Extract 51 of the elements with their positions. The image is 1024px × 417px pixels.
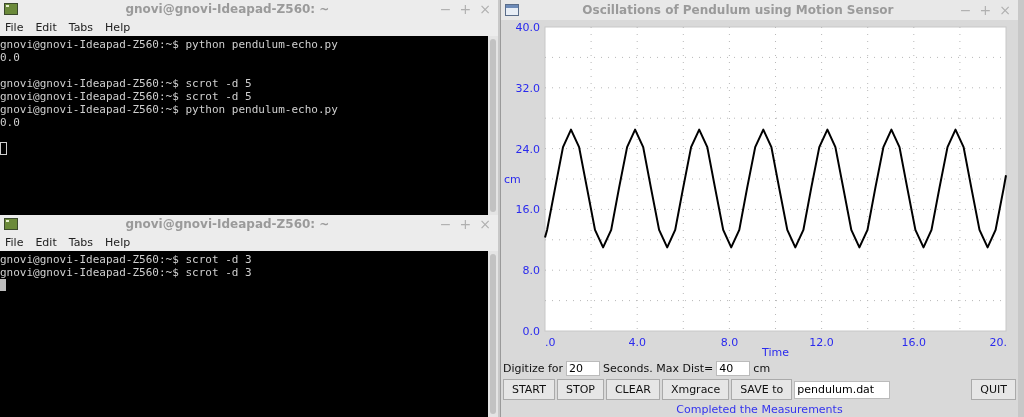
terminal-line: gnovi@gnovi-Ideapad-Z560:~$ scrot -d 5 — [0, 90, 253, 103]
terminal-icon — [4, 218, 18, 230]
terminal-line: gnovi@gnovi-Ideapad-Z560:~$ python pendulum-echo.py — [0, 38, 339, 51]
y-tick-label: 24.0 — [515, 142, 540, 156]
x-tick-label: 12.0 — [809, 336, 834, 349]
menu-item[interactable]: File — [5, 235, 24, 249]
y-tick-label: 32.0 — [515, 81, 540, 95]
x-tick-label: 8.0 — [720, 336, 739, 349]
scrollbar[interactable] — [488, 36, 498, 215]
window-title: Oscillations of Pendulum using Motion Sensor — [581, 3, 895, 17]
terminal-line: gnovi@gnovi-Ideapad-Z560:~$ python pendulum-echo.py — [0, 103, 339, 116]
menu-item[interactable]: Edit — [35, 20, 57, 34]
action-button[interactable]: START — [503, 379, 555, 400]
y-tick-label: 8.0 — [522, 264, 540, 278]
window-title: gnovi@gnovi-Ideapad-Z560: ~ — [124, 217, 331, 231]
terminal-line: 0.0 — [0, 51, 21, 66]
terminal-icon — [4, 3, 18, 15]
x-tick-label: 4.0 — [628, 336, 646, 349]
terminal-line: 0.0 — [0, 116, 21, 131]
unit-label: cm — [753, 361, 771, 375]
action-button[interactable]: Xmgrace — [661, 379, 730, 400]
menu-item[interactable]: Tabs — [68, 235, 94, 249]
action-button[interactable]: CLEAR — [605, 379, 660, 400]
y-tick-label: 0.0 — [522, 325, 540, 338]
seconds-field[interactable]: 20 — [566, 360, 601, 376]
menu-item[interactable]: Tabs — [68, 20, 94, 34]
y-axis-label: cm — [504, 173, 521, 186]
window-title: gnovi@gnovi-Ideapad-Z560: ~ — [124, 2, 331, 16]
x-tick-label: 16.0 — [901, 336, 927, 349]
quit-button[interactable]: QUIT — [971, 379, 1016, 400]
digitize-label: Digitize for — [503, 361, 564, 375]
menu-item[interactable]: Help — [105, 235, 131, 249]
filename-field[interactable]: pendulum.dat — [794, 380, 891, 399]
x-axis-label: Time — [762, 346, 789, 358]
terminal-line: gnovi@gnovi-Ideapad-Z560:~$ scrot -d 5 — [0, 77, 253, 90]
menu-item[interactable]: File — [5, 20, 24, 34]
action-button[interactable]: SAVE to — [731, 379, 793, 400]
window-icon — [505, 4, 519, 16]
terminal-line: gnovi@gnovi-Ideapad-Z560:~$ scrot -d 3 — [0, 266, 253, 279]
scrollbar[interactable] — [488, 251, 498, 417]
menu-item[interactable]: Edit — [35, 235, 57, 249]
max-dist-label: Seconds. Max Dist= — [603, 361, 714, 375]
terminal-line: gnovi@gnovi-Ideapad-Z560:~$ scrot -d 3 — [0, 253, 253, 266]
action-button[interactable]: STOP — [556, 379, 604, 400]
menu-item[interactable]: Help — [105, 20, 131, 34]
y-tick-label: 16.0 — [515, 203, 540, 217]
y-tick-label: 40.0 — [515, 21, 540, 34]
x-tick-label: .0 — [545, 336, 556, 349]
x-tick-label: 20. — [989, 336, 1007, 349]
status-message: Completed the Measurements — [675, 402, 844, 416]
max-dist-field[interactable]: 40 — [716, 360, 751, 376]
